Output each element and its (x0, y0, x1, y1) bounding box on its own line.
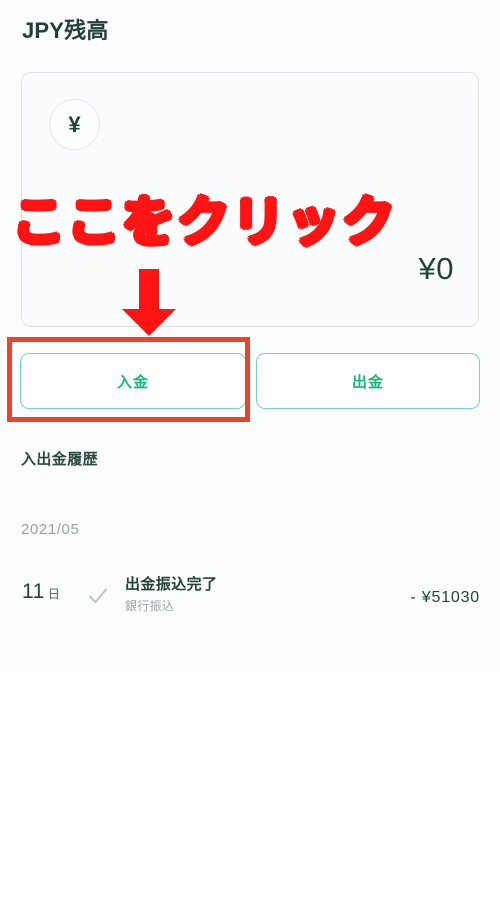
check-icon (88, 587, 108, 605)
app-screen: JPY残高 ¥ ¥0 入金 出金 入出金履歴 2021/05 11 日 出金振込完… (0, 0, 500, 900)
withdraw-button[interactable]: 出金 (256, 353, 480, 409)
page-title: JPY残高 (22, 18, 109, 43)
transaction-list: 11 日 出金振込完了 銀行振込 - ¥51030 (0, 575, 500, 627)
transaction-title: 出金振込完了 (125, 576, 218, 593)
yen-glyph: ¥ (68, 111, 81, 137)
transaction-amount: - ¥51030 (410, 589, 480, 606)
transaction-day-unit: 日 (47, 587, 60, 601)
history-month-group-label: 2021/05 (21, 521, 80, 538)
table-row[interactable]: 11 日 出金振込完了 銀行振込 - ¥51030 (0, 575, 500, 627)
balance-amount: ¥0 (418, 251, 454, 286)
deposit-button[interactable]: 入金 (20, 353, 246, 409)
transaction-date: 11 日 (22, 580, 60, 604)
yen-symbol-icon: ¥ (49, 99, 100, 150)
jpy-balance-card[interactable]: ¥ ¥0 (21, 72, 479, 327)
action-button-row: 入金 出金 (0, 353, 500, 409)
transaction-day-number: 11 (22, 580, 45, 603)
transaction-subtitle: 銀行振込 (125, 599, 175, 613)
transaction-details: 出金振込完了 銀行振込 (125, 575, 217, 615)
history-section-heading: 入出金履歴 (21, 451, 99, 468)
